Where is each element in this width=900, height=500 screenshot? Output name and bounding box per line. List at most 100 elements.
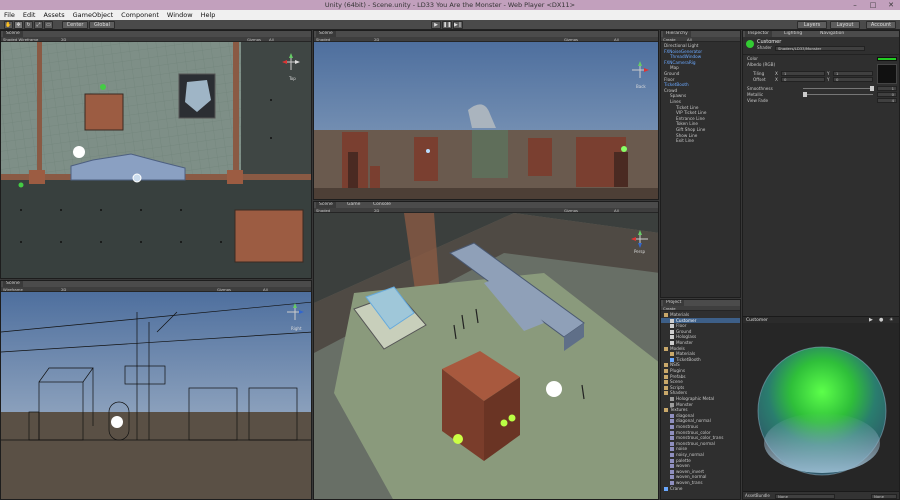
menu-component[interactable]: Component (117, 10, 163, 20)
menu-file[interactable]: File (0, 10, 19, 20)
scene-panel-persp: Scene Game Console Shaded 2D Gizmos All (313, 201, 659, 500)
folder-icon (664, 385, 668, 390)
tiling-x-field[interactable]: 1 (781, 71, 825, 76)
pause-button[interactable]: ❚❚ (442, 21, 452, 29)
scene-viewport-top[interactable]: Top (1, 42, 311, 278)
menu-window[interactable]: Window (163, 10, 197, 20)
metallic-field[interactable]: 0 (877, 92, 897, 97)
hand-tool-icon[interactable]: ✋ (4, 21, 13, 29)
hierarchy-item-label: Crowd (664, 87, 678, 93)
material-icon (746, 40, 754, 48)
tex-icon (670, 425, 674, 429)
project-item-label: woven (676, 463, 690, 469)
project-item-label: Scene (670, 379, 683, 385)
rect-tool-icon[interactable]: ▭ (44, 21, 53, 29)
view-fade-label: View Fade (747, 98, 769, 103)
assetbundle-label: AssetBundle (745, 493, 770, 498)
project-item-label: woven_trans (676, 480, 703, 485)
hierarchy-item-label: Spawns (670, 93, 687, 99)
assetbundle-variant-dropdown[interactable]: None (871, 494, 897, 499)
mat-icon (670, 329, 674, 334)
smoothness-field[interactable]: 1 (877, 86, 897, 91)
project-item-label: monstrous_color_trans (676, 435, 724, 441)
project-item-label: palette (676, 457, 691, 463)
smoothness-slider-track[interactable] (803, 88, 873, 89)
layout-dropdown[interactable]: Layout (830, 21, 860, 29)
scene-panel-right: Scene Wireframe 2D Gizmos All Right (0, 280, 312, 500)
material-preview[interactable] (743, 323, 899, 491)
space-toggle[interactable]: Global (89, 21, 115, 29)
project-item-label: Textures (670, 407, 688, 413)
assetbundle-dropdown[interactable]: None (775, 494, 835, 499)
pivot-toggle[interactable]: Center (62, 21, 88, 29)
tex-icon (670, 453, 674, 457)
project-item[interactable]: Crane (661, 486, 740, 492)
title-bar: Unity (64bit) - Scene.unity - LD33 You A… (0, 0, 900, 10)
hierarchy-item-label: FXNoiseGenerator (664, 48, 703, 54)
preview-header: Customer ▶ ● ☀ (743, 316, 899, 323)
mat-icon (670, 341, 674, 345)
tiling-y-field[interactable]: 1 (833, 71, 873, 76)
project-item-label: Monster (676, 401, 693, 407)
hierarchy-item-label: Gift Shop Line (676, 127, 706, 132)
project-item-label: Materials (676, 351, 696, 357)
assetbundle-bar: AssetBundle None None (743, 491, 899, 499)
tex-icon (670, 413, 674, 418)
project-item-label: Monster (676, 340, 693, 345)
inspector-panel: Inspector Lighting Navigation Customer S… (742, 30, 900, 500)
tex-icon (670, 419, 674, 424)
hierarchy-item-label: ThreadWindow (670, 54, 702, 60)
maximize-icon[interactable]: □ (864, 0, 882, 10)
menu-assets[interactable]: Assets (39, 10, 68, 20)
layers-dropdown[interactable]: Layers (797, 21, 827, 29)
tex-icon (670, 464, 674, 469)
project-item-label: Holographic Metal (676, 396, 715, 401)
project-item-label: noise (676, 446, 688, 452)
account-dropdown[interactable]: Account (866, 21, 896, 29)
project-item-label: Scripts (670, 384, 685, 390)
scene-viewport-persp[interactable]: Persp (314, 213, 658, 499)
offset-x-field[interactable]: 0 (781, 77, 825, 82)
project-item-label: TicketBooth (676, 356, 701, 362)
hierarchy-item-label: VIP Ticket Line (676, 110, 707, 116)
hierarchy-item-label: Token Line (676, 121, 698, 127)
axis-label: Top (289, 76, 296, 81)
toolbar: ✋ ✥ ↻ ⤢ ▭ Center Global ▶ ❚❚ ▶❙ Layers L… (0, 20, 900, 30)
tex-icon (670, 458, 674, 463)
menu-gameobject[interactable]: GameObject (69, 10, 118, 20)
scale-tool-icon[interactable]: ⤢ (34, 21, 43, 29)
move-tool-icon[interactable]: ✥ (14, 21, 23, 29)
folder-icon (664, 374, 668, 379)
hierarchy-item-label: Ground (664, 71, 680, 76)
axis-label: Persp (634, 249, 645, 254)
tab-navigation[interactable]: Navigation (817, 31, 847, 37)
axis-label: Back (636, 84, 646, 89)
close-icon[interactable]: ✕ (882, 0, 900, 10)
menu-help[interactable]: Help (197, 10, 220, 20)
smoothness-slider-handle[interactable] (870, 86, 874, 91)
metallic-slider-track[interactable] (803, 94, 873, 95)
step-button[interactable]: ▶❙ (453, 21, 463, 29)
scene-viewport-back[interactable]: Back (314, 42, 658, 199)
view-fade-field[interactable]: 4 (877, 98, 897, 103)
tab-lighting[interactable]: Lighting (781, 31, 805, 37)
minimize-icon[interactable]: – (846, 0, 864, 10)
hierarchy-item[interactable]: Exit Line (661, 138, 740, 144)
shader-dropdown[interactable]: Shaders/LD33/Monster (775, 46, 865, 51)
rotate-tool-icon[interactable]: ↻ (24, 21, 33, 29)
offset-y-field[interactable]: 0 (833, 77, 873, 82)
scene-viewport-right[interactable]: Right (1, 292, 311, 499)
play-button[interactable]: ▶ (431, 21, 441, 29)
hierarchy-item-label: Show Line (676, 132, 698, 138)
project-item-label: diagonal_normal (676, 418, 711, 424)
hierarchy-item-label: Lines (670, 99, 681, 104)
folder-icon (664, 380, 668, 385)
tab-inspector[interactable]: Inspector (745, 31, 772, 37)
folder-icon (664, 408, 668, 413)
shader-icon (670, 402, 674, 407)
mat-icon (670, 335, 674, 340)
color-swatch[interactable] (877, 57, 897, 61)
menu-edit[interactable]: Edit (19, 10, 40, 20)
metallic-slider-handle[interactable] (803, 92, 807, 97)
project-item-label: Crane (670, 485, 683, 491)
